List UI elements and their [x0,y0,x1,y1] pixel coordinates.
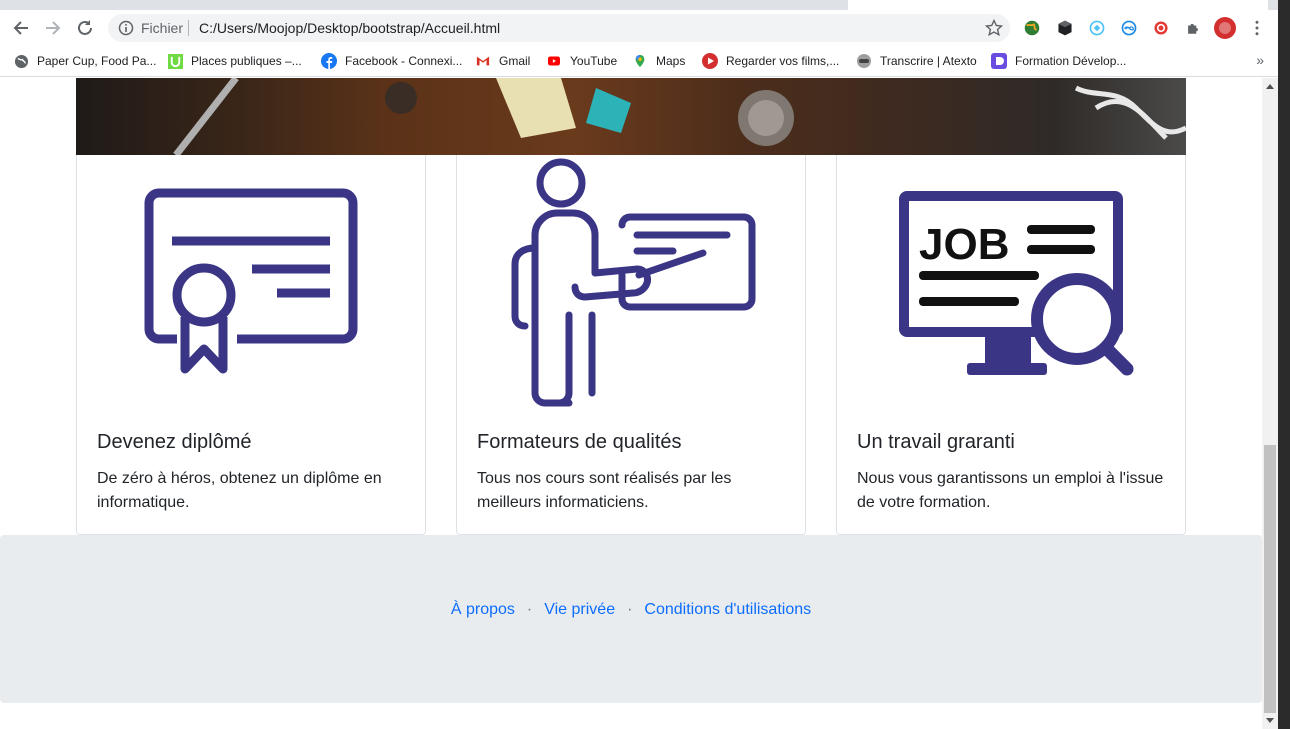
url-scheme-label: Fichier [141,20,184,36]
job-search-icon: JOB [899,191,1134,376]
card-title: Formateurs de qualités [477,431,682,453]
back-arrow-icon [13,21,28,35]
bookmark-label: Gmail [499,54,531,68]
atexto-icon [856,53,872,69]
bookmark-label: Facebook - Connexi... [345,54,463,68]
extension-diamond-icon[interactable] [1086,17,1108,39]
feature-card-job: JOB Un travail graranti Nous vous garant… [836,155,1186,535]
back-button[interactable] [8,15,34,41]
extension-red-circle-icon[interactable] [1150,17,1172,39]
bookmark-star-icon[interactable] [984,18,1004,38]
extensions-puzzle-icon[interactable] [1182,17,1204,39]
bookmark-item[interactable]: Regarder vos films,... [702,51,839,71]
bookmark-label: Formation Dévelop... [1015,54,1127,68]
tab-strip [0,0,1290,10]
feature-card-trainers: Formateurs de qualités Tous nos cours so… [456,155,806,535]
bookmark-label: Maps [656,54,686,68]
hero-image [76,78,1186,155]
footer-links: À propos · Vie privée · Conditions d'utilisa… [0,601,1262,619]
forward-button[interactable] [40,15,66,41]
card-text: De zéro à héros, obtenez un diplôme en i… [97,470,382,511]
bookmark-item[interactable]: Transcrire | Atexto [856,51,977,71]
formation-icon [991,53,1007,69]
bookmark-label: Regarder vos films,... [726,54,840,68]
active-tab[interactable] [848,0,1268,10]
bookmark-label: Paper Cup, Food Pa... [37,54,157,68]
bookmark-item[interactable]: Maps [632,51,685,71]
bookmark-item[interactable]: YouTube [546,51,617,71]
footer-link-about[interactable]: À propos [451,601,515,618]
gmail-icon [475,53,491,69]
bookmark-label: YouTube [570,54,618,68]
scroll-up-arrow-icon[interactable] [1266,84,1274,89]
page-scrollbar[interactable] [1262,78,1278,729]
globe-icon [13,53,29,69]
bookmark-item[interactable]: Paper Cup, Food Pa... [13,51,156,71]
bookmark-label: Transcrire | Atexto [880,54,977,68]
extension-infinity-icon[interactable] [1118,17,1140,39]
card-text: Nous vous garantissons un emploi à l'iss… [857,470,1164,511]
browser-menu-icon[interactable] [1246,17,1268,39]
teacher-icon [511,158,756,407]
address-bar[interactable]: Fichier C:/Users/Moojop/Desktop/bootstra… [108,14,1010,42]
youtube-icon [546,53,562,69]
url-separator [188,20,189,36]
card-text: Tous nos cours sont réalisés par les mei… [477,470,732,511]
upwork-icon [167,53,183,69]
footer-separator: · [627,601,633,618]
reload-button[interactable] [72,15,98,41]
svg-text:JOB: JOB [919,220,1009,269]
forward-arrow-icon [46,21,61,35]
info-icon[interactable] [118,20,134,36]
bookmark-item[interactable]: Gmail [475,51,530,71]
bookmark-label: Places publiques –... [191,54,302,68]
extension-cube-icon[interactable] [1054,17,1076,39]
browser-toolbar: Fichier C:/Users/Moojop/Desktop/bootstra… [0,10,1278,46]
extension-globe-icon[interactable] [1021,17,1043,39]
play-icon [702,53,718,69]
scroll-down-arrow-icon[interactable] [1266,718,1274,723]
bookmark-item[interactable]: Facebook - Connexi... [321,51,462,71]
reload-icon [78,20,92,35]
window-edge [1278,0,1290,729]
bookmarks-bar: Paper Cup, Food Pa... Places publiques –… [0,46,1278,77]
page-viewport: Devenez diplômé De zéro à héros, obtenez… [0,78,1262,729]
card-title: Devenez diplômé [97,431,252,453]
footer-link-terms[interactable]: Conditions d'utilisations [644,601,811,618]
page-footer: À propos · Vie privée · Conditions d'utilisa… [0,535,1262,703]
diploma-icon [144,188,358,374]
bookmarks-overflow-button[interactable]: » [1256,52,1264,68]
card-title: Un travail graranti [857,431,1015,453]
bookmark-item[interactable]: Places publiques –... [167,51,302,71]
facebook-icon [321,53,337,69]
feature-card-diploma: Devenez diplômé De zéro à héros, obtenez… [76,155,426,535]
footer-link-privacy[interactable]: Vie privée [544,601,615,618]
footer-separator: · [526,601,533,618]
scrollbar-thumb[interactable] [1264,445,1276,713]
profile-avatar[interactable] [1214,17,1236,39]
bookmark-item[interactable]: Formation Dévelop... [991,51,1126,71]
maps-pin-icon [632,53,648,69]
url-text[interactable]: C:/Users/Moojop/Desktop/bootstrap/Accuei… [199,20,500,36]
